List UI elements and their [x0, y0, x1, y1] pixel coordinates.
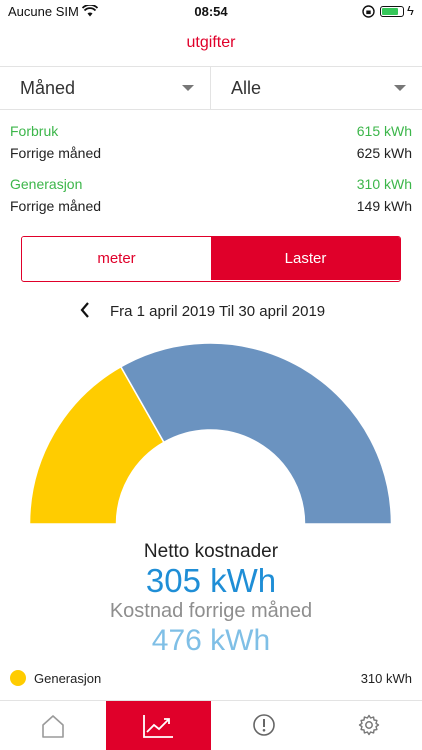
clock: 08:54 — [194, 4, 228, 19]
stat-label: Forrige måned — [10, 198, 102, 214]
tab-alerts[interactable] — [211, 701, 317, 750]
prev-cost-value: 476 kWh — [151, 624, 271, 657]
scope-dropdown-value: Alle — [231, 78, 262, 98]
home-icon — [41, 715, 64, 738]
stat-forbruk: Forbruk 615 kWh — [10, 123, 412, 143]
period-dropdown[interactable]: Måned — [0, 67, 211, 109]
net-cost-label: Netto kostnader — [143, 541, 279, 562]
period-range-label: Fra 1 april 2019 Til 30 april 2019 — [110, 303, 326, 320]
chart-trend-icon — [143, 715, 174, 738]
prev-cost-label: Kostnad forrige måned — [109, 600, 313, 622]
alert-icon — [252, 714, 275, 736]
view-toggle: meter Laster — [21, 236, 401, 282]
stat-value: 625 kWh — [356, 145, 412, 161]
legend-swatch — [10, 670, 26, 686]
stat-label: Generasjon — [10, 176, 83, 192]
stat-generasjon: Generasjon 310 kWh — [10, 176, 412, 196]
stat-generasjon-prev: Forrige måned 149 kWh — [10, 198, 412, 218]
tab-home[interactable] — [0, 701, 106, 750]
orientation-lock-icon — [362, 5, 375, 18]
charging-icon: ϟ — [407, 3, 414, 18]
toggle-laster[interactable]: Laster — [211, 237, 400, 280]
battery-icon — [380, 6, 404, 17]
gear-icon — [359, 714, 380, 736]
stat-value: 310 kWh — [356, 176, 412, 192]
stat-value: 149 kWh — [356, 198, 412, 214]
caret-down-icon — [182, 85, 194, 91]
status-bar: Aucune SIM 08:54 ϟ — [0, 0, 422, 22]
period-navigator: Fra 1 april 2019 Til 30 april 2019 — [0, 302, 422, 322]
stat-label: Forbruk — [10, 123, 59, 139]
tab-statistics[interactable] — [105, 701, 211, 750]
filter-bar: Måned Alle — [0, 66, 422, 110]
gauge-segment-forbruk — [119, 342, 393, 525]
caret-down-icon — [394, 85, 406, 91]
chevron-left-icon[interactable] — [80, 302, 90, 321]
stat-value: 615 kWh — [356, 123, 412, 139]
legend-label: Generasjon — [34, 671, 102, 686]
legend-row: Generasjon 310 kWh — [10, 670, 412, 690]
net-cost-value: 305 kWh — [145, 562, 277, 599]
stat-forbruk-prev: Forrige måned 625 kWh — [10, 145, 412, 165]
period-dropdown-value: Måned — [20, 78, 76, 98]
cost-gauge — [28, 342, 393, 525]
tab-bar — [0, 700, 422, 750]
toggle-meter[interactable]: meter — [22, 237, 211, 280]
stat-label: Forrige måned — [10, 145, 102, 161]
page-title: utgifter — [186, 34, 236, 51]
tab-settings[interactable] — [317, 701, 422, 750]
scope-dropdown[interactable]: Alle — [211, 67, 422, 109]
legend-value: 310 kWh — [360, 671, 412, 686]
